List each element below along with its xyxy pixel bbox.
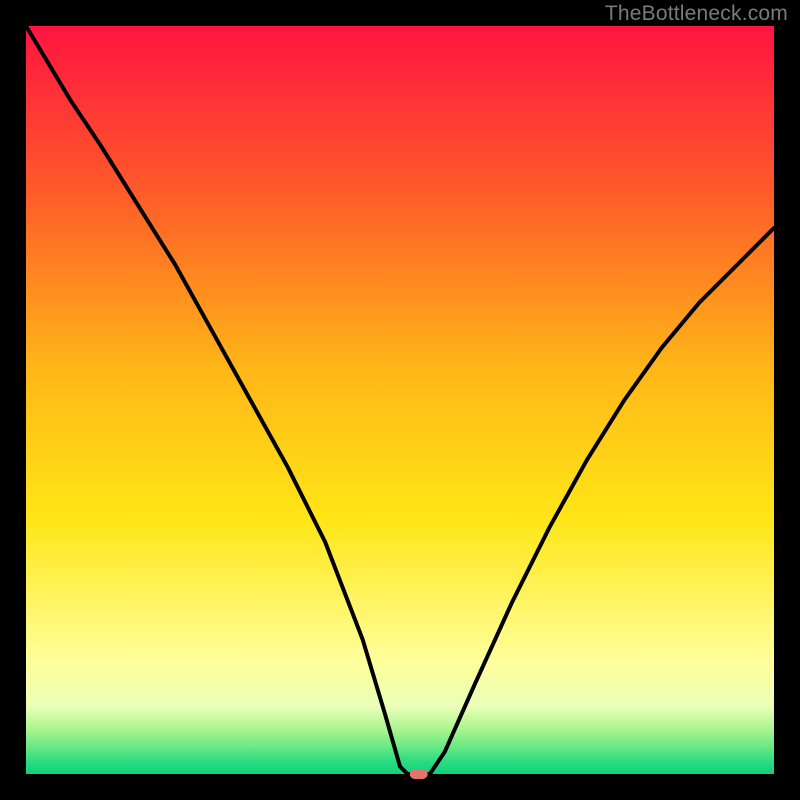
bottleneck-chart (0, 0, 800, 800)
gradient-background (26, 26, 774, 774)
watermark-text: TheBottleneck.com (605, 2, 788, 26)
optimum-marker (410, 769, 428, 779)
chart-frame: TheBottleneck.com (0, 0, 800, 800)
